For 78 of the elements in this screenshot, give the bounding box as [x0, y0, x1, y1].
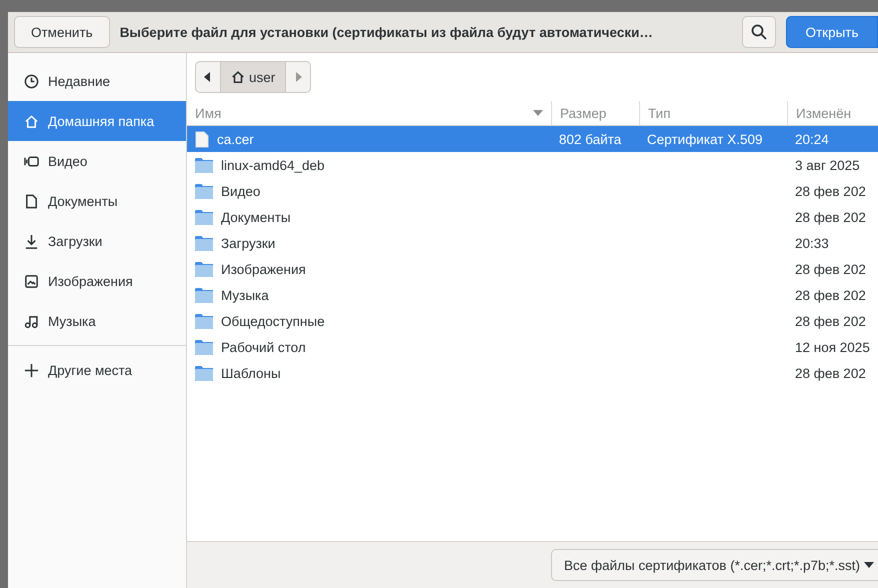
- file-name: ca.cer: [217, 132, 254, 146]
- file-row[interactable]: Видео 28 фев 202: [187, 178, 878, 204]
- image-icon: [24, 274, 39, 288]
- path-segment[interactable]: user: [220, 62, 286, 92]
- search-icon: [751, 24, 767, 40]
- file-name: Общедоступные: [221, 314, 325, 328]
- file-name: Документы: [221, 210, 291, 224]
- file-type-filter[interactable]: Все файлы сертификатов (*.cer;*.crt;*.p7b;*.sst): [550, 549, 878, 581]
- search-button[interactable]: [742, 16, 776, 48]
- modified-date: 28 фев 202: [795, 288, 866, 302]
- sidebar-item[interactable]: Загрузки: [8, 221, 186, 261]
- folder-icon: [195, 314, 213, 328]
- right-triangle-icon: [294, 72, 302, 82]
- modified-date: 28 фев 202: [795, 262, 866, 276]
- file-name: Рабочий стол: [221, 340, 306, 354]
- sidebar-item[interactable]: Изображения: [8, 261, 186, 301]
- folder-icon: [195, 340, 213, 354]
- open-button[interactable]: Открыть: [786, 16, 878, 48]
- camera-icon: [24, 154, 39, 168]
- folder-icon: [195, 366, 213, 380]
- plus-icon: [24, 362, 39, 378]
- sidebar-item[interactable]: Музыка: [8, 301, 186, 341]
- sidebar-item[interactable]: Домашняя папка: [8, 101, 186, 141]
- cancel-button[interactable]: Отменить: [14, 16, 110, 48]
- modified-date: 28 фев 202: [795, 210, 866, 224]
- file-name: Шаблоны: [221, 366, 281, 380]
- folder-icon: [195, 262, 213, 276]
- music-note-icon: [24, 314, 39, 328]
- modified-date: 3 авг 2025: [795, 158, 860, 172]
- sidebar-label: Музыка: [48, 314, 96, 328]
- file-row[interactable]: Документы 28 фев 202: [187, 204, 878, 230]
- clock-icon: [24, 74, 39, 88]
- file-row[interactable]: Общедоступные 28 фев 202: [187, 308, 878, 334]
- modified-date: 28 фев 202: [795, 366, 866, 380]
- sidebar-item[interactable]: Недавние: [8, 61, 186, 101]
- file-row[interactable]: Шаблоны 28 фев 202: [187, 360, 878, 386]
- file-row[interactable]: Рабочий стол 12 ноя 2025: [187, 334, 878, 360]
- file-icon: [195, 130, 209, 148]
- modified-date: 28 фев 202: [795, 314, 866, 328]
- left-triangle-icon: [204, 72, 212, 82]
- file-row[interactable]: Изображения 28 фев 202: [187, 256, 878, 282]
- home-icon: [24, 114, 39, 128]
- sidebar-label: Документы: [48, 194, 118, 208]
- file-name: linux-amd64_deb: [221, 158, 325, 172]
- file-name: Музыка: [221, 288, 269, 302]
- file-size: 802 байта: [559, 132, 622, 146]
- modified-date: 20:33: [795, 236, 829, 250]
- sort-triangle-icon: [533, 110, 543, 116]
- sidebar-label: Недавние: [48, 74, 110, 88]
- file-name: Загрузки: [221, 236, 276, 250]
- dropdown-caret-icon: [864, 562, 874, 568]
- modified-date: 28 фев 202: [795, 184, 866, 198]
- sidebar-label: Видео: [48, 154, 88, 168]
- file-name: Видео: [221, 184, 260, 198]
- window-title: Выберите файл для установки (сертификаты из файла будут автоматически…: [120, 24, 654, 40]
- sidebar-item[interactable]: Документы: [8, 181, 186, 221]
- folder-icon: [195, 158, 213, 172]
- modified-date: 20:24: [795, 132, 829, 146]
- sidebar-label: Домашняя папка: [48, 114, 154, 128]
- folder-icon: [195, 236, 213, 250]
- sidebar-label: Загрузки: [48, 234, 102, 248]
- folder-icon: [195, 184, 213, 198]
- file-row[interactable]: linux-amd64_deb 3 авг 2025: [187, 152, 878, 178]
- sidebar-item[interactable]: Другие места: [8, 350, 186, 390]
- file-row[interactable]: Музыка 28 фев 202: [187, 282, 878, 308]
- download-icon: [24, 234, 39, 248]
- folder-icon: [195, 210, 213, 224]
- file-name: Изображения: [221, 262, 306, 276]
- sidebar-label: Другие места: [48, 362, 132, 378]
- document-icon: [24, 194, 39, 208]
- modified-date: 12 ноя 2025: [795, 340, 870, 354]
- folder-icon: [195, 288, 213, 302]
- sidebar-label: Изображения: [48, 274, 133, 288]
- file-row[interactable]: ca.cer 802 байта Сертификат X.509 20:24: [187, 126, 878, 152]
- file-row[interactable]: Загрузки 20:33: [187, 230, 878, 256]
- file-type: Сертификат X.509: [647, 132, 762, 146]
- sidebar-item[interactable]: Видео: [8, 141, 186, 181]
- home-icon: [231, 70, 245, 84]
